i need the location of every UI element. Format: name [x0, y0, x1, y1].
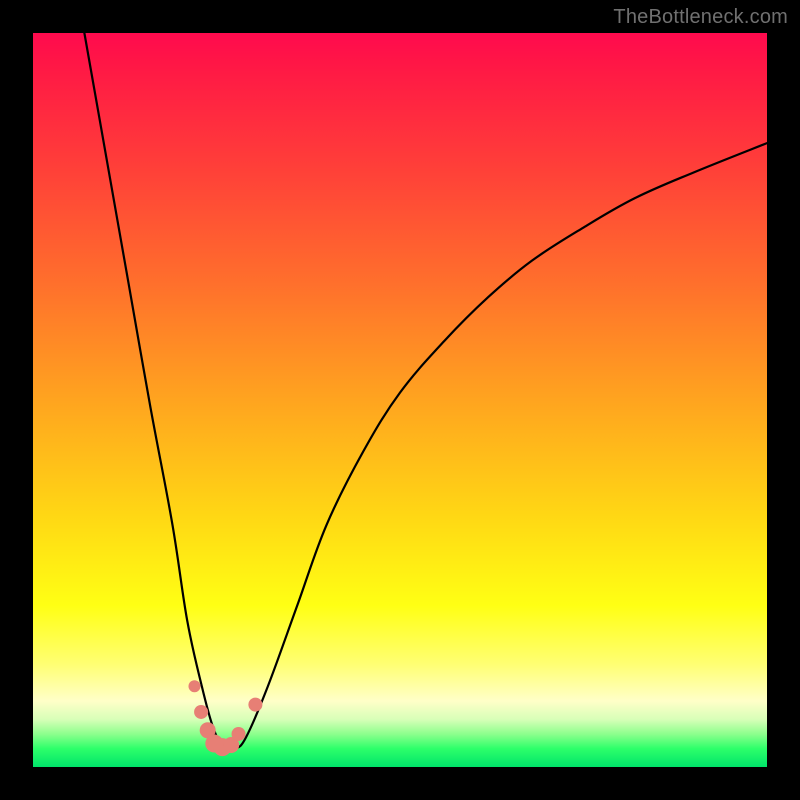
watermark-text: TheBottleneck.com	[613, 6, 788, 29]
marker-point	[194, 705, 208, 719]
chart-frame: TheBottleneck.com	[0, 0, 800, 800]
plot-area	[33, 33, 767, 767]
marker-group	[188, 680, 262, 756]
marker-point	[232, 727, 246, 741]
bottleneck-curve	[84, 33, 767, 751]
bottleneck-curve-svg	[33, 33, 767, 767]
marker-point	[188, 680, 200, 692]
marker-point	[248, 698, 262, 712]
